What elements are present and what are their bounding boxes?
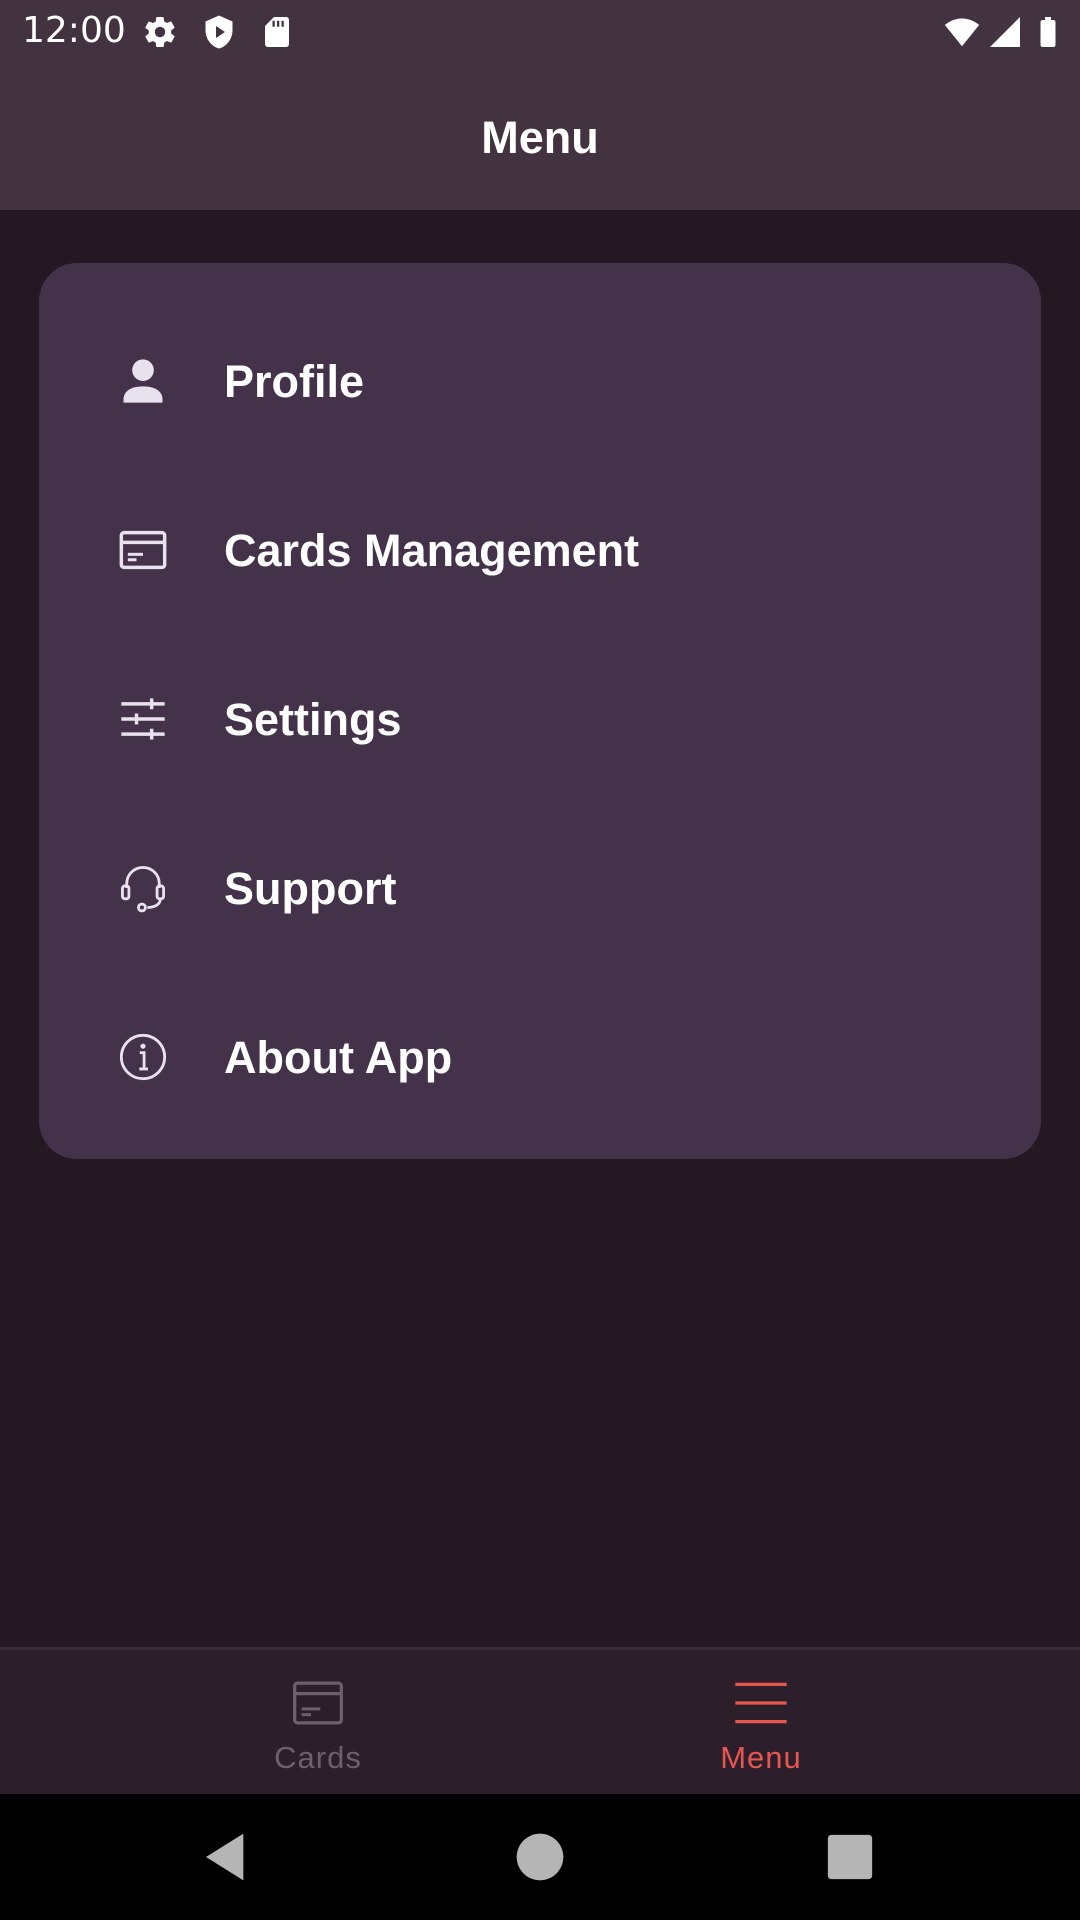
menu-item-support[interactable]: Support [39,804,1041,973]
menu-item-about-app[interactable]: About App [39,973,1041,1142]
battery-icon [1040,17,1056,47]
menu-item-cards-management[interactable]: Cards Management [39,466,1041,635]
shield-play-icon [205,15,233,49]
menu-item-profile[interactable]: Profile [39,297,1041,466]
status-time: 12:00 [22,10,126,51]
menu-item-label: About App [224,1032,453,1083]
system-navigation-bar [0,1794,1080,1920]
cell-signal-icon [990,17,1020,47]
menu-item-label: Cards Management [224,525,640,576]
person-icon [123,359,163,403]
home-icon[interactable] [512,1829,568,1885]
nav-tab-label: Cards [274,1740,362,1775]
nav-tab-label: Menu [720,1740,802,1775]
headset-icon [121,866,165,913]
menu-item-label: Profile [224,356,365,407]
nav-tab-menu[interactable]: Menu [611,1650,911,1797]
menu-item-settings[interactable]: Settings [39,635,1041,804]
top-app-bar: Menu [0,63,1080,210]
recents-icon[interactable] [822,1829,878,1885]
menu-card: Profile Cards Management Settings Suppor… [39,263,1041,1159]
wifi-icon [944,18,980,47]
back-icon[interactable] [199,1829,255,1885]
credit-card-icon [293,1681,343,1725]
sd-card-icon [265,17,289,47]
sliders-icon [121,698,165,740]
nav-tab-cards[interactable]: Cards [168,1650,468,1797]
menu-item-label: Support [224,863,397,914]
hamburger-menu-icon [735,1682,787,1724]
menu-item-label: Settings [224,694,402,745]
gear-icon [145,16,175,48]
status-bar: 12:00 [0,0,1080,63]
bottom-navigation: Cards Menu [0,1647,1080,1797]
credit-card-icon [119,530,167,570]
info-icon [119,1033,167,1081]
page-title: Menu [481,112,599,163]
